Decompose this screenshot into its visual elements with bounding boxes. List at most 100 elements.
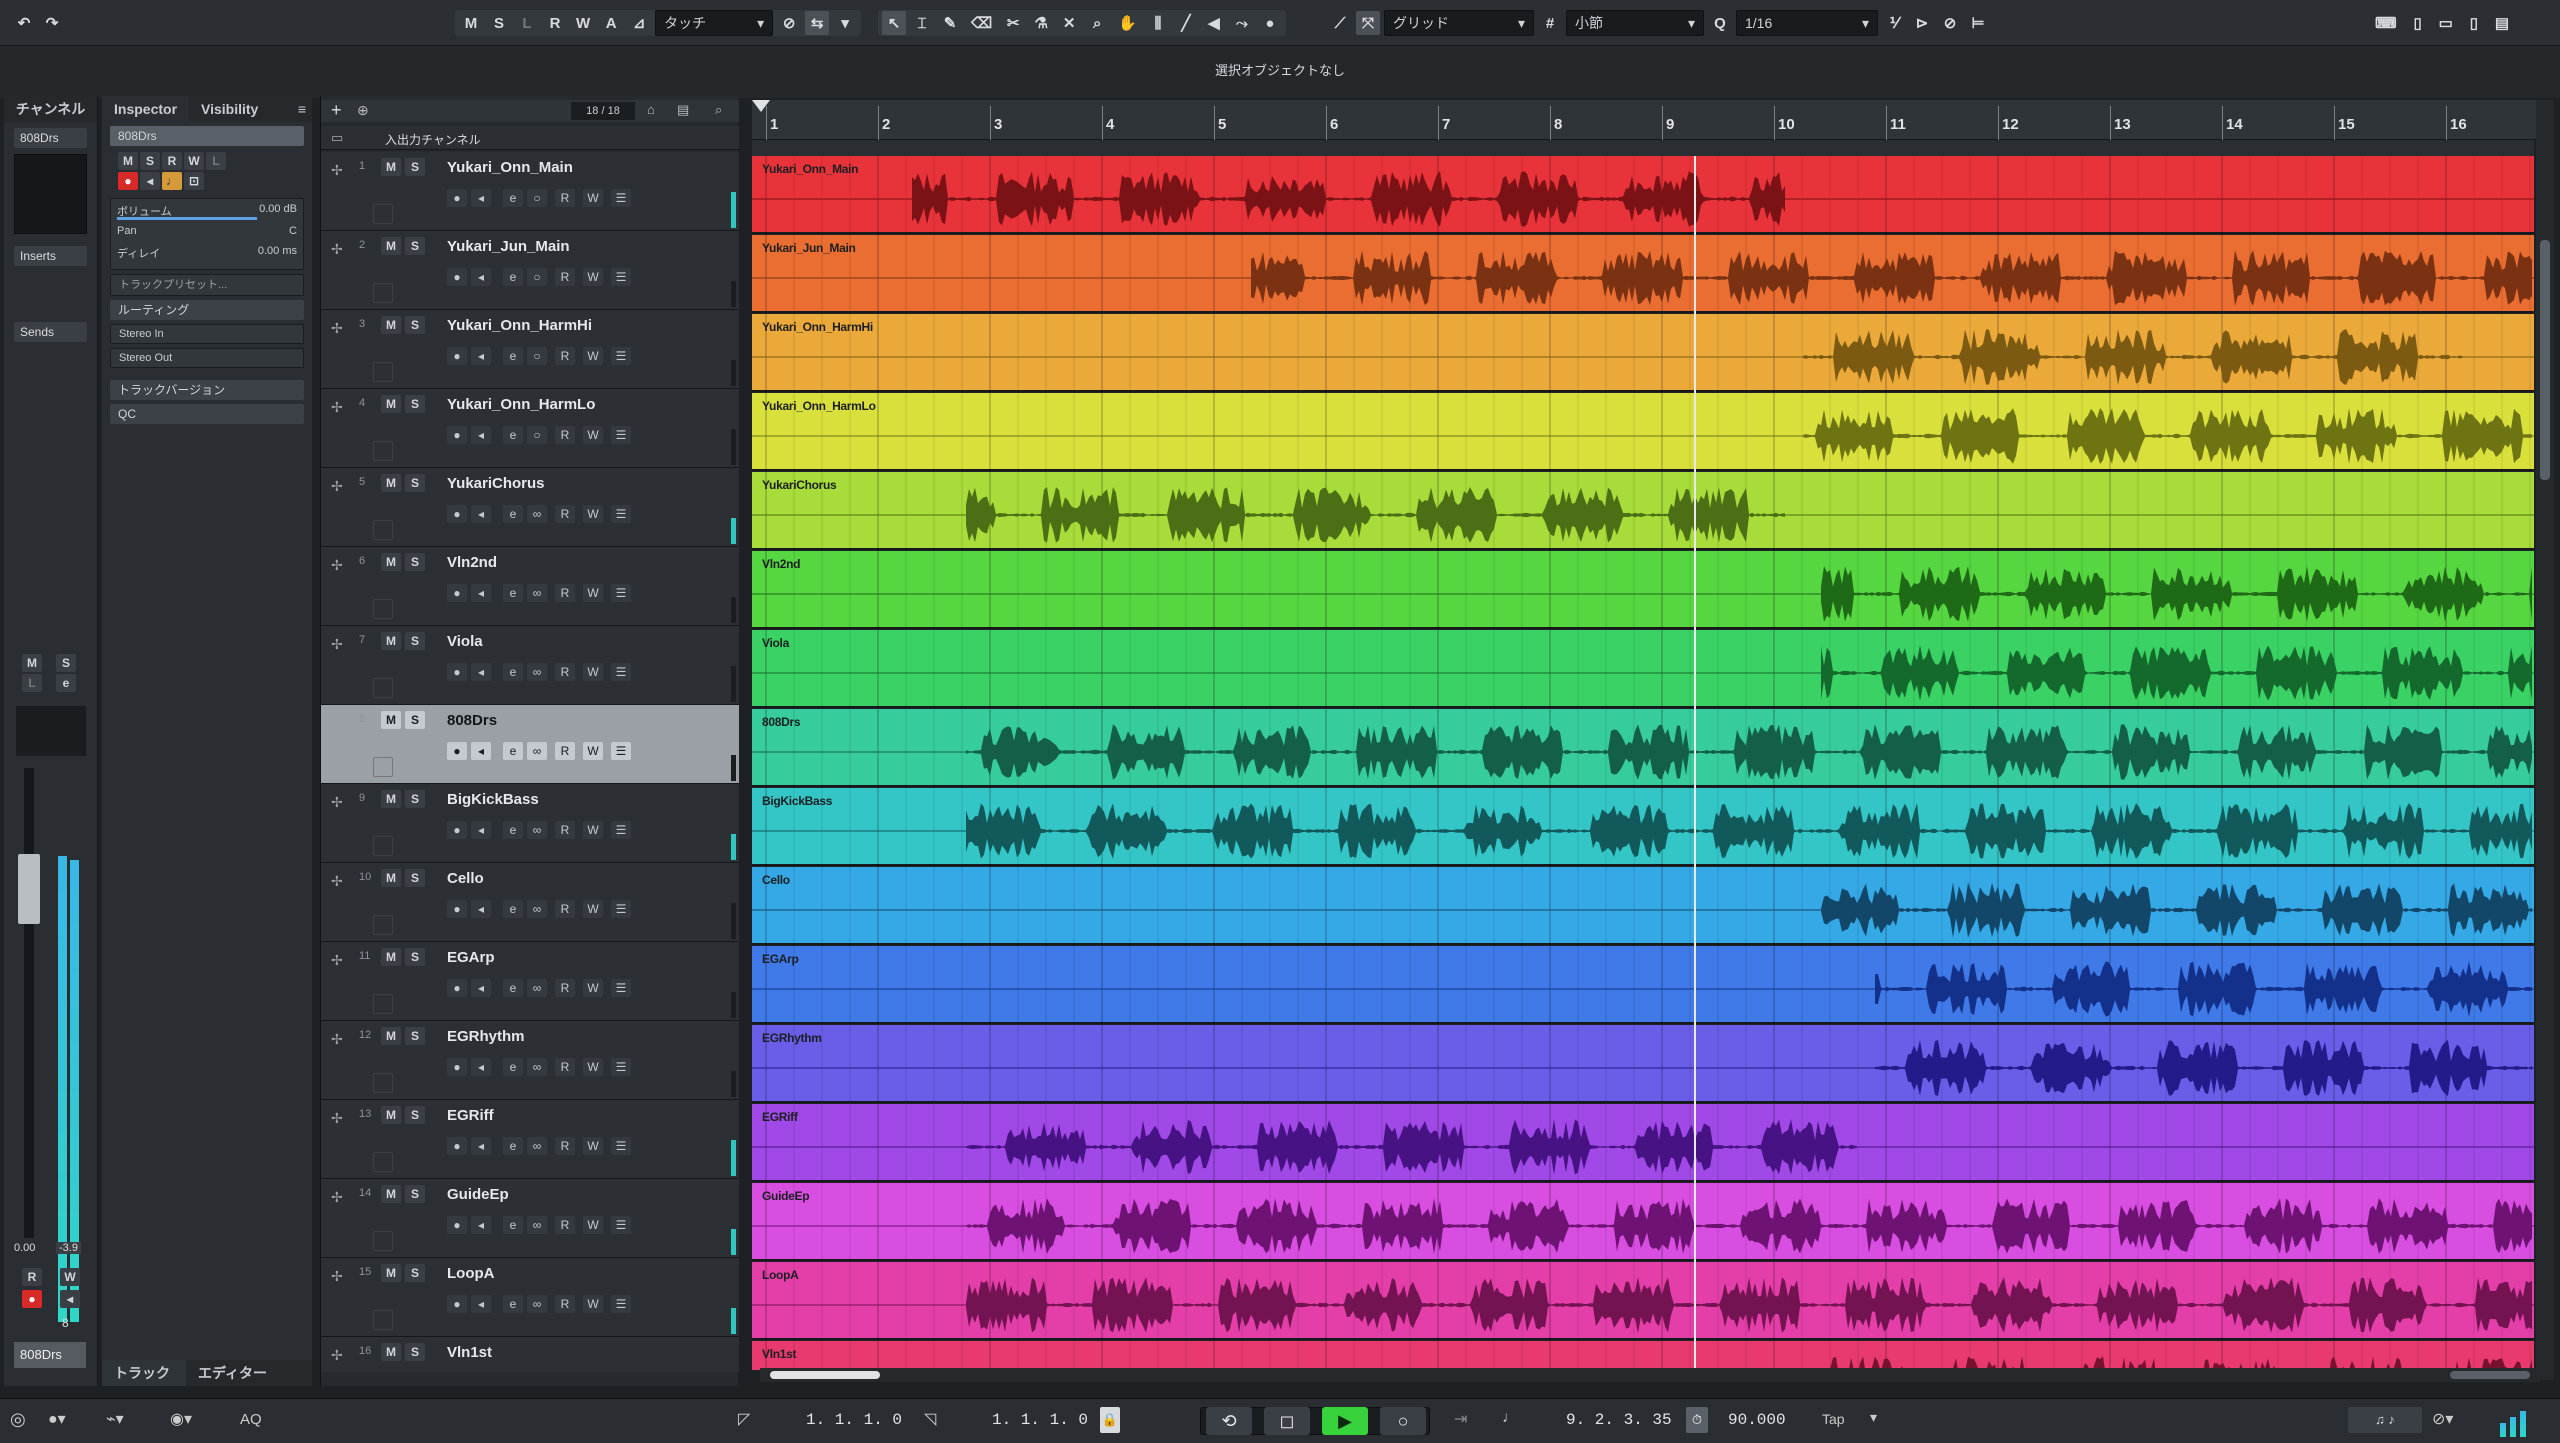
track-solo-button[interactable]: S [405,632,425,650]
track-mute-button[interactable]: M [381,1185,401,1203]
track-record-button[interactable]: ● [447,742,467,760]
track-write-button[interactable]: W [583,268,603,286]
track-mute-button[interactable]: M [381,711,401,729]
automation-icon[interactable]: ⊿ [627,11,651,35]
monitor-icon[interactable]: ◂ [471,1058,491,1076]
track-record-button[interactable]: ● [447,821,467,839]
track-mute-button[interactable]: M [381,790,401,808]
apply-quantize-icon[interactable]: ⊳ [1910,11,1934,35]
link-icon[interactable]: ∞ [527,663,547,681]
track-color-swatch[interactable] [373,1231,393,1251]
solo-mode-button[interactable]: S [487,11,511,35]
track-solo-button[interactable]: S [405,474,425,492]
track-mute-button[interactable]: M [381,237,401,255]
link-icon[interactable]: ∞ [527,1137,547,1155]
horizontal-scrollbar[interactable] [760,1368,2540,1382]
track-solo-button[interactable]: S [405,316,425,334]
track-read-button[interactable]: R [555,1058,575,1076]
horizontal-scroll-thumb[interactable] [770,1371,880,1379]
track-read-button[interactable]: R [555,347,575,365]
mute-tool-icon[interactable]: ✕ [1057,11,1081,35]
track-record-button[interactable]: ● [447,1295,467,1313]
track-read-button[interactable]: R [555,1295,575,1313]
qc-section-header[interactable]: QC [110,404,304,424]
channel-monitor-icon[interactable]: ◂ [60,1290,80,1308]
split-tool-icon[interactable]: ✂ [1001,11,1025,35]
monitor-icon[interactable]: ◂ [471,505,491,523]
edit-channel-icon[interactable]: e [503,821,523,839]
edit-channel-icon[interactable]: e [503,505,523,523]
audio-event[interactable]: EGRiff [752,1104,2534,1182]
track-mute-button[interactable]: M [381,395,401,413]
track-color-swatch[interactable] [373,836,393,856]
routing-section-header[interactable]: ルーティング [110,300,304,320]
track-name[interactable]: Cello [447,870,484,887]
pan-row[interactable]: Pan C [117,225,297,237]
line-tool-icon[interactable]: ╱ [1174,11,1198,35]
audio-event[interactable]: Viola [752,630,2534,708]
track-pin-icon[interactable]: ✢ [331,241,343,258]
undo-icon[interactable]: ↶ [12,11,36,35]
position-icon[interactable]: ♩ [1502,1409,1518,1427]
track-row[interactable]: ✢ 2 M S Yukari_Jun_Main ● ◂ e ○ R W ☰ [321,231,739,310]
volume-slider[interactable] [117,217,257,220]
track-row[interactable]: ✢ 8 M S 808Drs ● ◂ e ∞ R W ☰ [321,705,739,784]
redo-icon[interactable]: ↷ [40,11,64,35]
audio-event[interactable]: Yukari_Jun_Main [752,235,2534,313]
edit-channel-icon[interactable]: e [503,426,523,444]
track-record-button[interactable]: ● [447,663,467,681]
track-record-button[interactable]: ● [447,268,467,286]
play-button[interactable]: ▶ [1322,1407,1368,1435]
track-name[interactable]: GuideEp [447,1186,509,1203]
track-pin-icon[interactable]: ✢ [331,478,343,495]
track-pin-icon[interactable]: ✢ [331,952,343,969]
metronome-mode-icon[interactable]: ◉▾ [170,1409,192,1429]
track-menu-icon[interactable]: ☰ [611,979,631,997]
track-read-button[interactable]: R [555,1137,575,1155]
metronome-click-icon[interactable]: ♫ ♪ [2348,1407,2422,1433]
tab-visibility[interactable]: Visibility [189,96,270,122]
link-icon[interactable]: ∞ [527,1295,547,1313]
timeline-ruler[interactable]: 1 2 3 4 5 6 7 8 9 10 11 12 13 14 15 16 [752,100,2542,140]
automation-button[interactable]: A [599,11,623,35]
snap-icon[interactable]: ⤧ [1356,11,1380,35]
draw-tool-icon[interactable]: ✎ [938,11,962,35]
track-solo-button[interactable]: S [405,869,425,887]
vertical-scrollbar[interactable] [2536,100,2554,1380]
link-icon[interactable]: ∞ [527,979,547,997]
track-write-button[interactable]: W [583,584,603,602]
track-name[interactable]: EGRiff [447,1107,494,1124]
auto-quantize-icon[interactable]: ⊘ [1938,11,1962,35]
track-menu-icon[interactable]: ☰ [611,1058,631,1076]
play-tool-icon[interactable]: ◀ [1202,11,1226,35]
timebase-icon[interactable]: ○ [527,189,547,207]
inspector-track-name[interactable]: 808Drs [110,126,304,146]
track-row[interactable]: ✢ 9 M S BigKickBass ● ◂ e ∞ R W ☰ [321,784,739,863]
track-mute-button[interactable]: M [381,1027,401,1045]
tempo-track-icon[interactable]: ⏱ [1686,1407,1708,1433]
track-record-button[interactable]: ● [447,505,467,523]
track-color-swatch[interactable] [373,283,393,303]
chevron-down-icon[interactable]: ▾ [1870,1409,1877,1426]
track-read-button[interactable]: R [555,1216,575,1234]
track-pin-icon[interactable]: ✢ [331,794,343,811]
track-menu-icon[interactable]: ☰ [611,505,631,523]
link-icon[interactable]: ∞ [527,1216,547,1234]
track-solo-button[interactable]: S [405,1027,425,1045]
track-mute-button[interactable]: M [381,316,401,334]
grid-icon[interactable]: # [1538,11,1562,35]
io-folder-track[interactable]: ▭ 入出力チャンネル [321,126,739,150]
color-tool-icon[interactable]: ● [1258,11,1282,35]
track-color-swatch[interactable] [373,1310,393,1330]
channel-tab[interactable]: チャンネル [4,96,97,122]
edit-channel-icon[interactable]: e [503,347,523,365]
transport-settings-icon[interactable]: ⊘▾ [2432,1409,2453,1429]
audio-event[interactable]: YukariChorus [752,472,2534,550]
track-name[interactable]: Yukari_Onn_HarmLo [447,396,595,413]
track-solo-button[interactable]: S [405,158,425,176]
track-color-swatch[interactable] [373,441,393,461]
track-solo-button[interactable]: S [405,1106,425,1124]
track-name[interactable]: YukariChorus [447,475,545,492]
monitor-icon[interactable]: ◂ [471,347,491,365]
track-color-swatch[interactable] [373,757,393,777]
